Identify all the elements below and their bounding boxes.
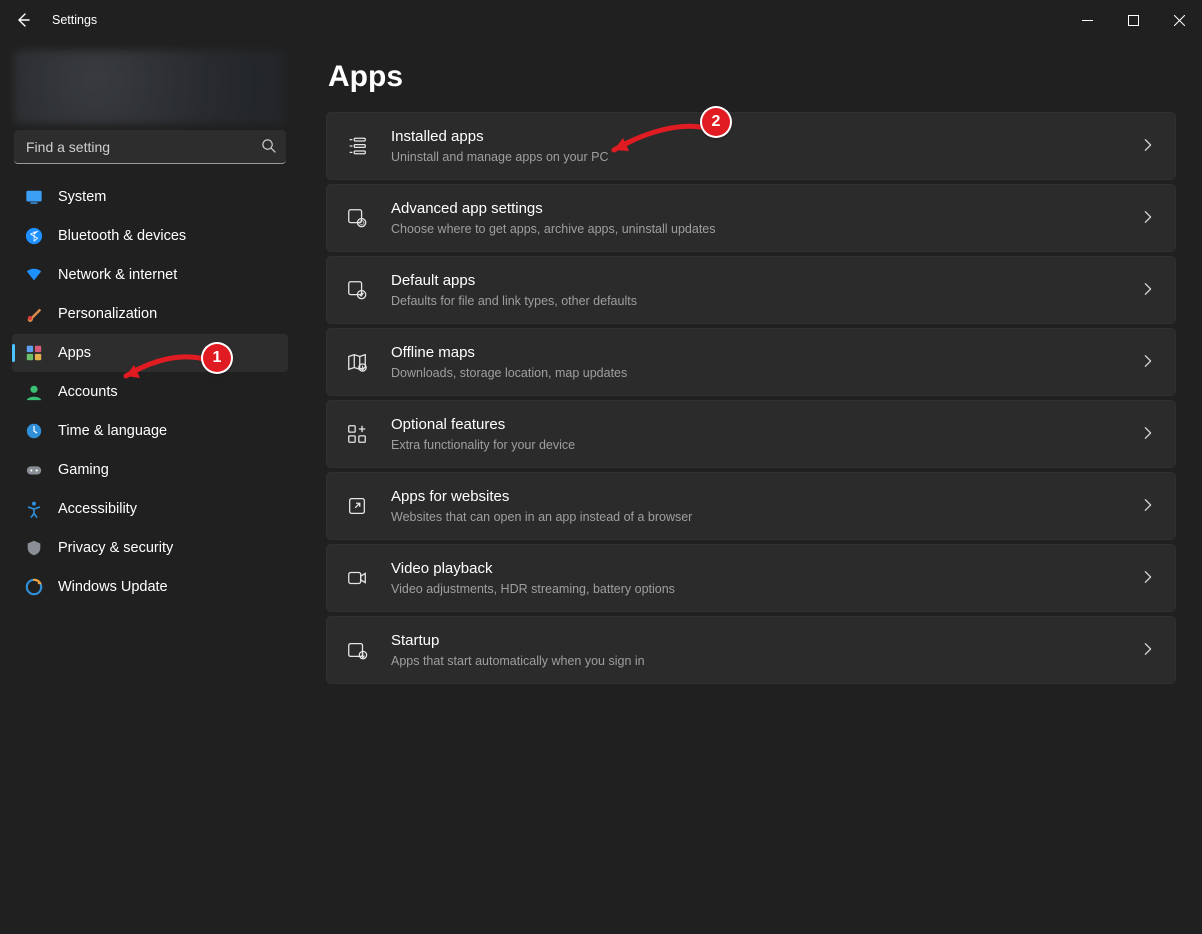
card-offline-maps[interactable]: Offline maps Downloads, storage location… xyxy=(326,328,1176,396)
card-title: Apps for websites xyxy=(391,487,1141,507)
sidebar-item-bluetooth[interactable]: Bluetooth & devices xyxy=(12,217,288,255)
profile-area[interactable] xyxy=(14,50,286,124)
chevron-right-icon xyxy=(1141,570,1155,587)
back-button[interactable] xyxy=(14,11,32,29)
chevron-right-icon xyxy=(1141,210,1155,227)
clock-icon xyxy=(24,421,44,441)
card-subtitle: Downloads, storage location, map updates xyxy=(391,365,1141,381)
close-icon xyxy=(1174,15,1185,26)
sidebar-item-label: System xyxy=(58,189,106,205)
chevron-right-icon xyxy=(1141,138,1155,155)
search-icon xyxy=(261,138,276,156)
wifi-icon xyxy=(24,265,44,285)
video-icon xyxy=(345,566,369,590)
shield-icon xyxy=(24,538,44,558)
card-optional-features[interactable]: Optional features Extra functionality fo… xyxy=(326,400,1176,468)
display-icon xyxy=(24,187,44,207)
sidebar-item-label: Time & language xyxy=(58,423,167,439)
sidebar-item-label: Accounts xyxy=(58,384,118,400)
card-startup[interactable]: Startup Apps that start automatically wh… xyxy=(326,616,1176,684)
close-button[interactable] xyxy=(1156,4,1202,36)
titlebar: Settings xyxy=(0,0,1202,40)
minimize-button[interactable] xyxy=(1064,4,1110,36)
settings-card-list: Installed apps Uninstall and manage apps… xyxy=(326,112,1176,684)
sidebar: System Bluetooth & devices Network & int… xyxy=(0,40,300,934)
search-field[interactable] xyxy=(14,130,286,164)
gamepad-icon xyxy=(24,460,44,480)
card-installed-apps[interactable]: Installed apps Uninstall and manage apps… xyxy=(326,112,1176,180)
sidebar-item-label: Gaming xyxy=(58,462,109,478)
card-subtitle: Video adjustments, HDR streaming, batter… xyxy=(391,581,1141,597)
update-icon xyxy=(24,577,44,597)
sidebar-item-time[interactable]: Time & language xyxy=(12,412,288,450)
sidebar-item-label: Bluetooth & devices xyxy=(58,228,186,244)
search-input[interactable] xyxy=(14,130,286,164)
card-subtitle: Apps that start automatically when you s… xyxy=(391,653,1141,669)
installed-apps-icon xyxy=(345,134,369,158)
window-controls xyxy=(1064,4,1202,36)
startup-icon xyxy=(345,638,369,662)
sidebar-item-label: Personalization xyxy=(58,306,157,322)
grid-plus-icon xyxy=(345,422,369,446)
chevron-right-icon xyxy=(1141,426,1155,443)
minimize-icon xyxy=(1082,15,1093,26)
maximize-button[interactable] xyxy=(1110,4,1156,36)
paintbrush-icon xyxy=(24,304,44,324)
card-title: Advanced app settings xyxy=(391,199,1141,219)
card-title: Offline maps xyxy=(391,343,1141,363)
default-apps-icon xyxy=(345,278,369,302)
card-default-apps[interactable]: Default apps Defaults for file and link … xyxy=(326,256,1176,324)
annotation-callout-1: 1 xyxy=(203,344,231,372)
accessibility-icon xyxy=(24,499,44,519)
sidebar-item-label: Windows Update xyxy=(58,579,168,595)
card-title: Installed apps xyxy=(391,127,1141,147)
arrow-left-icon xyxy=(15,12,31,28)
card-subtitle: Extra functionality for your device xyxy=(391,437,1141,453)
apps-icon xyxy=(24,343,44,363)
card-video-playback[interactable]: Video playback Video adjustments, HDR st… xyxy=(326,544,1176,612)
sidebar-item-accessibility[interactable]: Accessibility xyxy=(12,490,288,528)
card-subtitle: Websites that can open in an app instead… xyxy=(391,509,1141,525)
card-subtitle: Choose where to get apps, archive apps, … xyxy=(391,221,1141,237)
card-title: Optional features xyxy=(391,415,1141,435)
sidebar-item-label: Accessibility xyxy=(58,501,137,517)
sidebar-item-gaming[interactable]: Gaming xyxy=(12,451,288,489)
bluetooth-icon xyxy=(24,226,44,246)
card-subtitle: Defaults for file and link types, other … xyxy=(391,293,1141,309)
sidebar-item-label: Privacy & security xyxy=(58,540,173,556)
sidebar-item-personalization[interactable]: Personalization xyxy=(12,295,288,333)
card-title: Default apps xyxy=(391,271,1141,291)
open-external-icon xyxy=(345,494,369,518)
sidebar-item-system[interactable]: System xyxy=(12,178,288,216)
sidebar-nav: System Bluetooth & devices Network & int… xyxy=(8,178,292,606)
app-gear-icon xyxy=(345,206,369,230)
card-title: Startup xyxy=(391,631,1141,651)
card-title: Video playback xyxy=(391,559,1141,579)
card-apps-for-websites[interactable]: Apps for websites Websites that can open… xyxy=(326,472,1176,540)
chevron-right-icon xyxy=(1141,354,1155,371)
sidebar-item-update[interactable]: Windows Update xyxy=(12,568,288,606)
sidebar-item-privacy[interactable]: Privacy & security xyxy=(12,529,288,567)
sidebar-item-network[interactable]: Network & internet xyxy=(12,256,288,294)
sidebar-item-label: Network & internet xyxy=(58,267,177,283)
map-icon xyxy=(345,350,369,374)
card-subtitle: Uninstall and manage apps on your PC xyxy=(391,149,1141,165)
window-title: Settings xyxy=(52,13,97,27)
maximize-icon xyxy=(1128,15,1139,26)
annotation-callout-2: 2 xyxy=(702,108,730,136)
chevron-right-icon xyxy=(1141,642,1155,659)
person-icon xyxy=(24,382,44,402)
chevron-right-icon xyxy=(1141,282,1155,299)
card-advanced-app-settings[interactable]: Advanced app settings Choose where to ge… xyxy=(326,184,1176,252)
main-content: Apps Installed apps Uninstall and manage… xyxy=(300,40,1202,934)
page-title: Apps xyxy=(328,60,1176,94)
sidebar-item-apps[interactable]: Apps xyxy=(12,334,288,372)
sidebar-item-label: Apps xyxy=(58,345,91,361)
chevron-right-icon xyxy=(1141,498,1155,515)
sidebar-item-accounts[interactable]: Accounts xyxy=(12,373,288,411)
